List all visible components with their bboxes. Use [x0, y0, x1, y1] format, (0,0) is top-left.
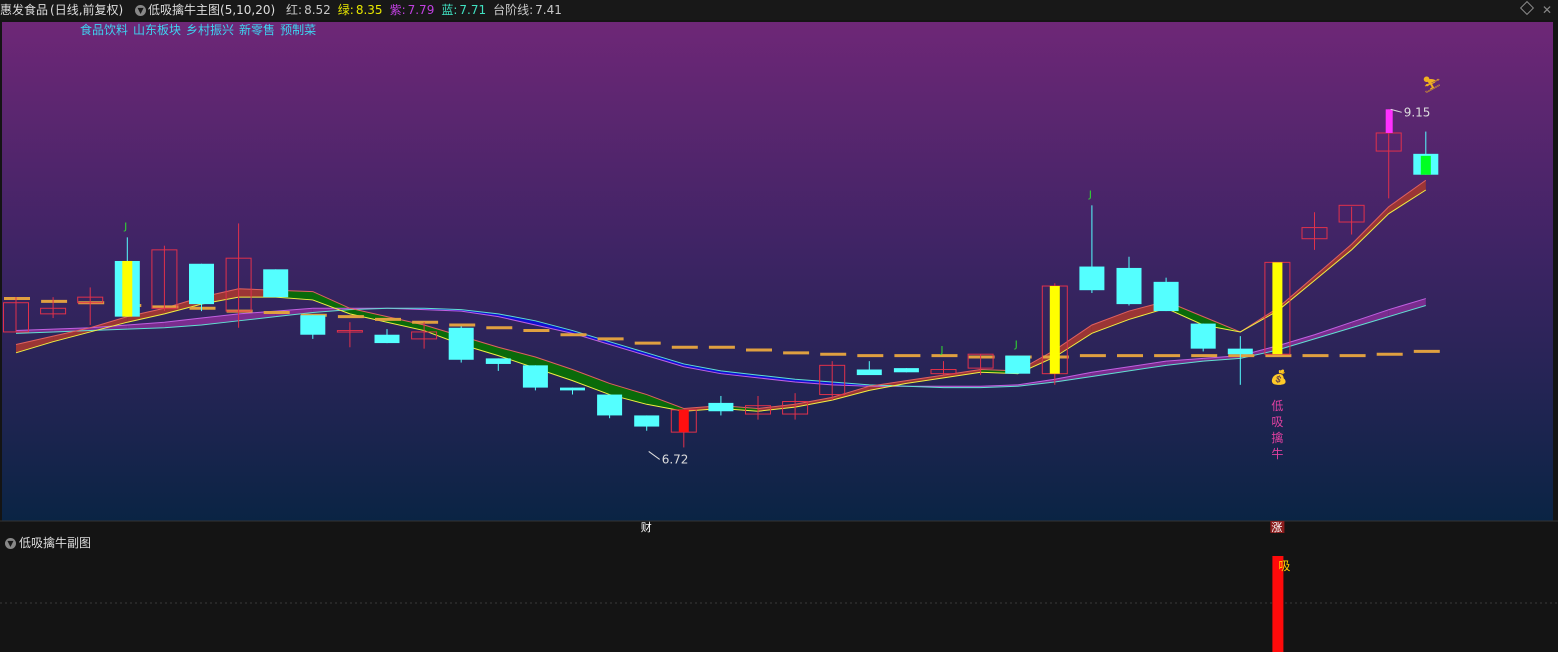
candle-body — [560, 387, 585, 391]
low-point-bar — [678, 409, 689, 433]
dropdown-arrow-icon[interactable]: ▼ — [5, 538, 16, 549]
indicator-value: 8.52 — [304, 3, 331, 17]
candle-body — [1116, 267, 1142, 305]
indicator-value-label: 紫: — [389, 3, 406, 17]
indicator-value-label: 绿: — [337, 3, 354, 17]
indicator-value: 7.79 — [407, 3, 435, 17]
trend-bar — [1420, 155, 1431, 175]
buy-signal-char: 低 — [1271, 399, 1283, 413]
sector-tag[interactable]: 山东板块 — [133, 23, 181, 37]
candle-body — [485, 358, 511, 364]
candle-body — [300, 315, 326, 335]
j-signal-mark: J — [1014, 340, 1018, 351]
j-signal-mark: J — [123, 221, 127, 232]
bottom-label: 财 — [641, 520, 652, 534]
candle-body — [189, 263, 214, 305]
highlight-bar — [1049, 286, 1060, 374]
sub-panel-title[interactable]: 低吸擒牛副图 — [19, 536, 91, 550]
buy-signal-char: 牛 — [1271, 446, 1283, 461]
price-annotation: 6.72 — [662, 452, 689, 466]
dropdown-arrow-icon[interactable]: ▼ — [135, 5, 147, 16]
indicator-value-label: 台阶线: — [493, 3, 534, 17]
candle-body — [893, 368, 919, 373]
j-signal-mark: J — [1088, 189, 1092, 200]
period-label: (日线,前复权) — [50, 3, 124, 17]
highlight-bar — [1272, 262, 1283, 355]
diamond-icon[interactable] — [1519, 0, 1535, 16]
candle-body — [522, 365, 548, 388]
sector-tags: 食品饮料 山东板块 乡村振兴 新零售 预制菜 — [80, 21, 321, 38]
candle-body — [708, 402, 734, 412]
candle-body — [1190, 323, 1216, 349]
indicator-value-label: 红: — [286, 3, 303, 17]
candle-body — [634, 415, 660, 427]
candle-body — [856, 369, 882, 376]
highlight-bar — [122, 260, 133, 317]
money-bag-icon: 💰 — [1270, 369, 1287, 386]
sector-tag[interactable]: 新零售 — [239, 23, 275, 37]
sub-signal-label: 吸 — [1278, 559, 1290, 573]
indicator-value: 7.71 — [459, 3, 487, 17]
candle-body — [1079, 266, 1105, 291]
sub-chart[interactable]: 吸 — [0, 552, 1558, 652]
candle-body — [1153, 281, 1179, 312]
indicator-name[interactable]: 低吸擒牛主图(5,10,20) — [148, 3, 275, 17]
candle-body — [1227, 348, 1253, 355]
peak-bar — [1385, 109, 1393, 133]
j-signal-mark: J — [940, 345, 944, 356]
chart-header: 惠发食品 (日线,前复权) ▼ 低吸擒牛主图(5,10,20) 红: 8.52 绿: 8.… — [0, 0, 1558, 20]
sector-tag[interactable]: 乡村振兴 — [186, 23, 234, 37]
candle-body — [448, 327, 474, 360]
indicator-value: 8.35 — [355, 3, 383, 17]
sub-panel-header: ▼ 低吸擒牛副图 — [0, 534, 1558, 552]
runner-icon: ⛷ — [1422, 75, 1442, 94]
bottom-label: 涨 — [1271, 521, 1282, 534]
stock-name: 惠发食品 — [0, 3, 49, 17]
close-icon[interactable]: ✕ — [1542, 0, 1552, 20]
candle-body — [597, 394, 623, 416]
indicator-values: 红: 8.52 绿: 8.35 紫: 7.79 蓝: 7.71 台阶线: 7.41 — [281, 3, 564, 17]
buy-signal-char: 擒 — [1271, 430, 1283, 445]
buy-signal-char: 吸 — [1271, 415, 1283, 429]
price-annotation: 9.15 — [1404, 105, 1431, 119]
sector-tag[interactable]: 预制菜 — [280, 23, 316, 37]
indicator-value-label: 蓝: — [441, 3, 458, 17]
sector-tag[interactable]: 食品饮料 — [80, 23, 128, 37]
indicator-value: 7.41 — [535, 3, 562, 17]
candle-body — [263, 269, 289, 298]
candle-body — [1005, 355, 1031, 374]
candle-body — [374, 334, 400, 344]
main-chart[interactable]: ⛷ J J J J 9.15 6.72 💰 低吸擒牛 财 涨 — [0, 20, 1558, 534]
